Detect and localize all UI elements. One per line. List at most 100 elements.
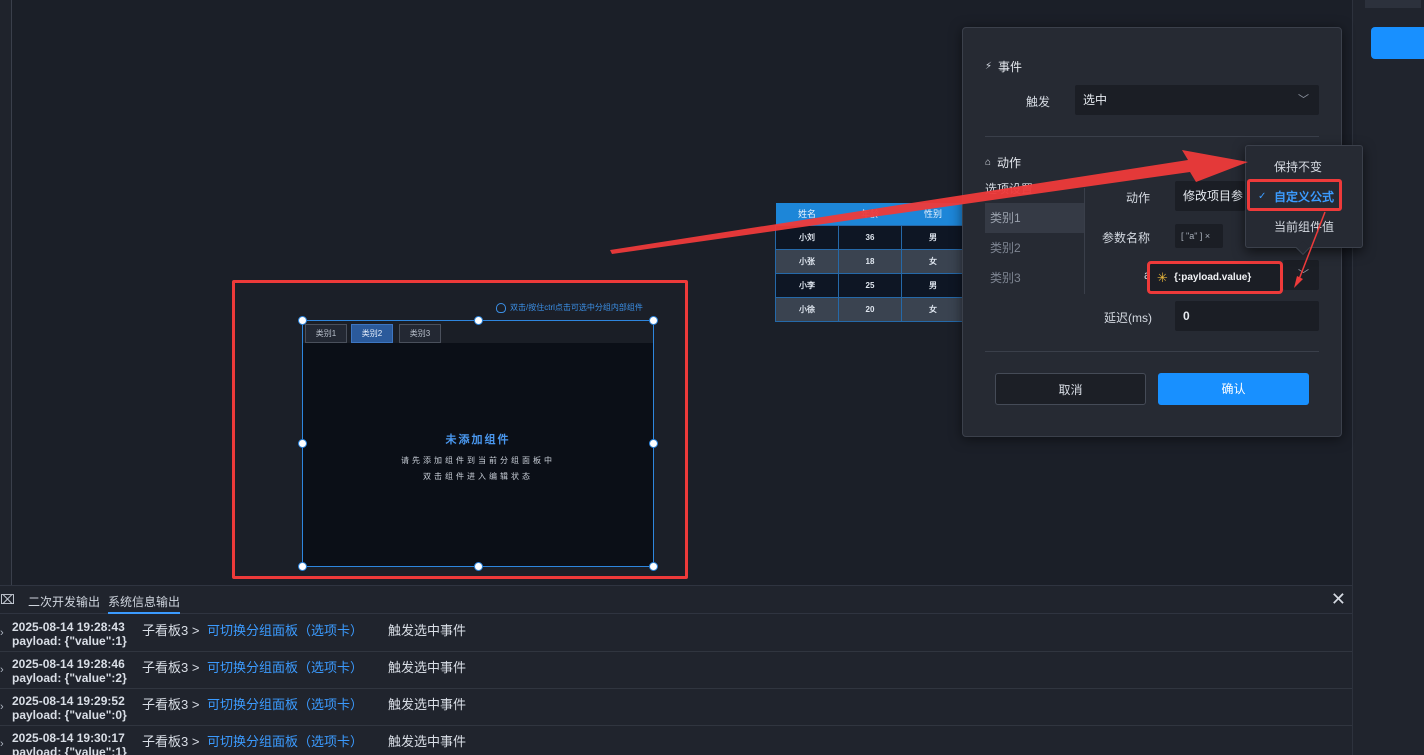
trigger-select[interactable]: 选中 ﹀: [1075, 85, 1319, 115]
table-cell: 女: [901, 248, 965, 274]
log-payload: payload: {"value":2}: [12, 671, 127, 685]
delay-label: 延迟(ms): [1104, 311, 1152, 325]
log-component-link[interactable]: 可切换分组面板（选项卡）: [207, 620, 363, 639]
resize-handle[interactable]: [649, 439, 658, 448]
empty-state-line-1: 请先添加组件到当前分组面板中: [401, 456, 555, 465]
log-source: 子看板3 >: [142, 660, 200, 675]
divider: [985, 351, 1319, 352]
log-source: 子看板3 >: [142, 623, 200, 638]
option-item[interactable]: 类别1: [985, 203, 1085, 233]
resize-handle[interactable]: [474, 316, 483, 325]
close-icon[interactable]: ✕: [1331, 589, 1346, 610]
trigger-value: 选中: [1083, 93, 1108, 107]
lightbulb-icon: [496, 302, 506, 313]
confirm-button[interactable]: 确认: [1158, 373, 1309, 405]
cancel-button[interactable]: 取消: [995, 373, 1146, 405]
log-time: 2025-08-14 19:28:43: [12, 620, 125, 634]
table-row: 小徐 20 女: [775, 296, 965, 322]
log-time: 2025-08-14 19:28:46: [12, 657, 125, 671]
ruler-tick: 500: [0, 322, 1, 342]
log-source: 子看板3 >: [142, 697, 200, 712]
param-value-select-tail[interactable]: ﹀: [1283, 260, 1319, 290]
log-component-link[interactable]: 可切换分组面板（选项卡）: [207, 731, 363, 750]
log-payload: payload: {"value":0}: [12, 708, 127, 722]
divider: [985, 136, 1319, 137]
table-header: 年龄: [838, 203, 902, 225]
formula-value-input[interactable]: ✳ {:payload.value}: [1147, 261, 1283, 294]
data-table-widget[interactable]: 姓名 年龄 性别 小刘 36 男 小张 18 女 小李 25 男 小徐 20 女: [775, 203, 965, 322]
trigger-label: 触发: [1026, 95, 1051, 109]
table-cell: 男: [901, 224, 965, 250]
table-row: 小刘 36 男: [775, 224, 965, 250]
table-cell: 男: [901, 272, 965, 298]
switchable-group-panel[interactable]: 类别1 类别2 类别3 未添加组件 请先添加组件到当前分组面板中 双击组件进入编…: [302, 320, 654, 567]
ruler-tick: 400: [0, 252, 1, 272]
clear-console-icon[interactable]: ⌧: [0, 592, 15, 608]
log-payload: payload: {"value":1}: [12, 634, 127, 648]
dropdown-option-keep[interactable]: 保持不变: [1246, 152, 1362, 182]
panel-action-button[interactable]: [1371, 27, 1424, 59]
log-component-link[interactable]: 可切换分组面板（选项卡）: [207, 694, 363, 713]
delay-value: 0: [1183, 309, 1190, 323]
lightning-icon: ⚡: [985, 61, 993, 72]
table-header: 姓名: [775, 203, 839, 225]
formula-text: {:payload.value}: [1174, 272, 1252, 283]
resize-handle[interactable]: [649, 562, 658, 571]
option-item[interactable]: 类别2: [985, 233, 1085, 263]
tab-dev-output[interactable]: 二次开发输出: [28, 593, 100, 610]
home-icon: ⌂: [985, 157, 992, 168]
option-list-head: 选项设置: [985, 182, 1034, 196]
ruler-tick: 200: [0, 112, 1, 132]
chevron-right-icon[interactable]: ›: [0, 701, 4, 713]
resize-handle[interactable]: [298, 316, 307, 325]
log-row[interactable]: › 2025-08-14 19:28:43 payload: {"value":…: [0, 615, 1352, 652]
action-select[interactable]: 修改项目参: [1175, 181, 1245, 211]
resize-handle[interactable]: [298, 562, 307, 571]
chevron-right-icon[interactable]: ›: [0, 738, 4, 750]
resize-handle[interactable]: [649, 316, 658, 325]
log-component-link[interactable]: 可切换分组面板（选项卡）: [207, 657, 363, 676]
log-time: 2025-08-14 19:29:52: [12, 694, 125, 708]
ruler-tick: 300: [0, 182, 1, 202]
delay-input[interactable]: 0: [1175, 301, 1319, 331]
log-row[interactable]: › 2025-08-14 19:30:17 payload: {"value":…: [0, 726, 1352, 755]
panel-header-stub: [1365, 0, 1421, 8]
table-cell: 小张: [775, 248, 839, 274]
table-cell: 小李: [775, 272, 839, 298]
ruler-tick: 800: [0, 532, 1, 552]
option-item[interactable]: 类别3: [985, 263, 1085, 293]
tab-system-output[interactable]: 系统信息输出: [108, 593, 181, 614]
log-source: 子看板3 >: [142, 734, 200, 749]
ruler-tick: 700: [0, 462, 1, 482]
action-value: 修改项目参: [1183, 189, 1244, 203]
dropdown-option-current-value[interactable]: 当前组件值: [1246, 212, 1362, 242]
table-row: 小张 18 女: [775, 248, 965, 274]
table-cell: 小刘: [775, 224, 839, 250]
console-tab-bar: ⌧ 二次开发输出 系统信息输出 ✕: [0, 586, 1352, 614]
log-event: 触发选中事件: [388, 697, 467, 712]
chevron-right-icon[interactable]: ›: [0, 664, 4, 676]
log-row[interactable]: › 2025-08-14 19:29:52 payload: {"value":…: [0, 689, 1352, 726]
table-header: 性别: [901, 203, 965, 225]
table-cell: 25: [838, 272, 902, 298]
log-event: 触发选中事件: [388, 660, 467, 675]
empty-state-title: 未添加组件: [445, 434, 511, 446]
vertical-ruler: 100 200 300 400 500 600 700 800: [0, 0, 12, 585]
right-property-panel: [1352, 0, 1424, 755]
table-cell: 小徐: [775, 296, 839, 322]
table-cell: 20: [838, 296, 902, 322]
log-payload: payload: {"value":1}: [12, 745, 127, 755]
param-name-tag[interactable]: [ "a" ] ×: [1175, 224, 1223, 248]
log-row[interactable]: › 2025-08-14 19:28:46 payload: {"value":…: [0, 652, 1352, 689]
resize-handle[interactable]: [474, 562, 483, 571]
group-tab-2[interactable]: 类别2: [351, 324, 393, 343]
formula-icon: ✳: [1157, 270, 1168, 285]
table-cell: 18: [838, 248, 902, 274]
group-tab-1[interactable]: 类别1: [305, 324, 347, 343]
hint-text: 双击/按住ctrl点击可选中分组内部组件: [510, 303, 643, 312]
chevron-right-icon[interactable]: ›: [0, 627, 4, 639]
event-section-title: ⚡ 事件: [985, 58, 1022, 75]
resize-handle[interactable]: [298, 439, 307, 448]
highlight-box-custom-formula: [1247, 179, 1342, 211]
group-tab-3[interactable]: 类别3: [399, 324, 441, 343]
